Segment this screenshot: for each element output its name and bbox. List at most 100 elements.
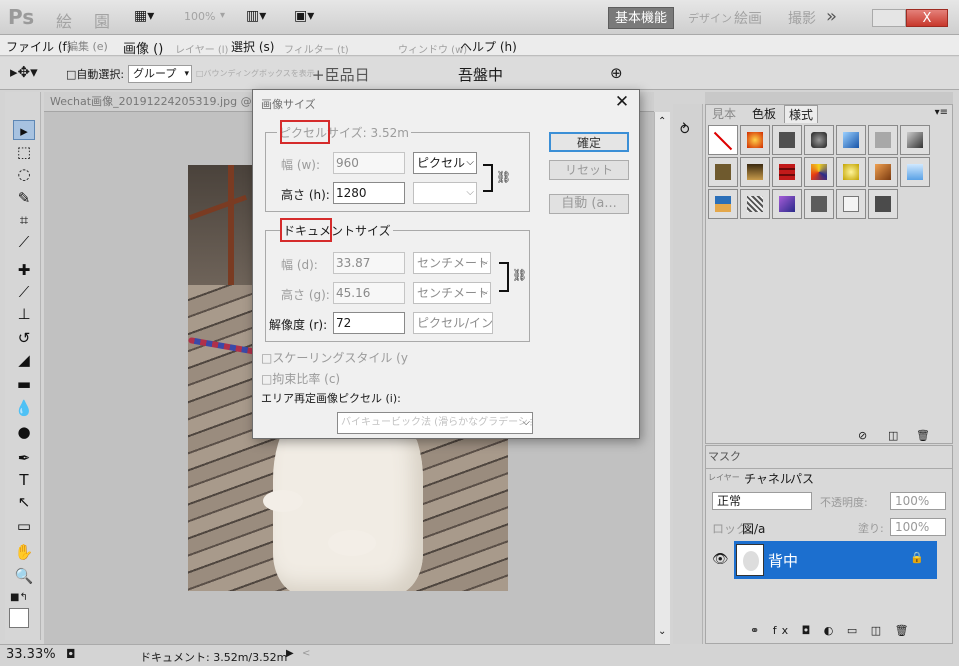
style-swatch[interactable] [740,157,770,187]
dialog-close-button[interactable]: ✕ [613,92,631,112]
fill-input[interactable]: 100% [890,518,946,536]
menu-file[interactable]: ファイル (f) [6,38,71,55]
move-tool-icon[interactable]: ▸ [13,120,35,140]
show-transform-controls-checkbox[interactable]: □バウンディングボックスを表示 [196,68,315,79]
doc-width-unit-dropdown[interactable]: センチメートル⌵ [413,252,491,274]
distribute-icons[interactable]: 吾盤中 [458,64,503,85]
zoom-level-combo[interactable]: 100% [184,10,215,23]
status-menu-arrow-icon[interactable]: ▶ [286,648,294,659]
eyedropper-tool-icon[interactable]: ⟋ [13,232,35,252]
tab-color[interactable]: 色板 [748,105,780,123]
new-style-icon[interactable]: ◫ [888,429,898,442]
auto-align-layers-icon[interactable]: ⊕ [610,64,623,82]
menu-window[interactable]: ウィンドウ (w) [398,41,467,56]
menu-select[interactable]: 選択 (s) [231,38,274,55]
layer-row-background[interactable]: 背中 🔒 [734,541,937,579]
style-swatch[interactable] [708,189,738,219]
resolution-unit-dropdown[interactable]: ピクセル/インチ [413,312,493,334]
blend-mode-dropdown[interactable]: 正常 [712,492,812,510]
dodge-tool-icon[interactable]: ● [13,422,35,442]
workspace-design[interactable]: デザイン [688,10,732,26]
eraser-tool-icon[interactable]: ◢ [13,350,35,370]
style-swatch[interactable] [772,125,802,155]
marquee-tool-icon[interactable]: ⬚ [13,142,35,162]
style-swatch[interactable] [804,157,834,187]
mini-bridge-icon[interactable]: 園 [94,8,110,32]
pixel-height-unit-dropdown[interactable]: ⌵ [413,182,477,204]
style-swatch[interactable] [772,157,802,187]
healing-brush-tool-icon[interactable]: ✚ [13,260,35,280]
crop-tool-icon[interactable]: ⌗ [13,210,35,230]
workspace-essentials-button[interactable]: 基本機能 [608,7,674,29]
pixel-height-field[interactable]: 1280 [333,182,405,204]
rectangle-tool-icon[interactable]: ▭ [13,516,35,536]
tab-paths[interactable]: パス [790,470,814,487]
screen-mode-icon[interactable]: ▣▾ [294,8,314,24]
style-none-swatch[interactable] [708,125,738,155]
gradient-tool-icon[interactable]: ▬ [13,374,35,394]
path-selection-tool-icon[interactable]: ↖ [13,492,35,512]
panel-menu-icon[interactable]: ▾≡ [935,107,948,118]
doc-width-field[interactable]: 33.87 [333,252,405,274]
zoom-chevron-icon[interactable]: ▾ [220,10,225,21]
blur-tool-icon[interactable]: 💧 [13,398,35,418]
style-swatch[interactable] [900,157,930,187]
auto-button[interactable]: 自動 (a... [549,194,629,214]
vertical-scrollbar[interactable]: ⌃ ⌄ [654,112,670,644]
default-colors-icon[interactable]: ■↰ [10,592,28,603]
style-swatch[interactable] [836,125,866,155]
type-tool-icon[interactable]: T [13,470,35,490]
scroll-up-icon[interactable]: ⌃ [658,116,666,127]
pixel-width-unit-dropdown[interactable]: ピクセル ⌵ [413,152,477,174]
lasso-tool-icon[interactable]: ◌ [13,164,35,184]
constrain-proportions-checkbox[interactable]: □拘束比率 (c) [261,370,340,387]
resolution-field[interactable]: 72 [333,312,405,334]
menu-image[interactable]: 画像 () [123,38,163,57]
style-swatch[interactable] [868,157,898,187]
scroll-down-icon[interactable]: ⌄ [658,626,666,637]
ok-button[interactable]: 確定 [549,132,629,152]
reset-button[interactable]: リセット [549,160,629,180]
tab-layers[interactable]: レイヤー [708,472,740,483]
layer-name[interactable]: 背中 [768,550,798,571]
pen-tool-icon[interactable]: ✒ [13,448,35,468]
style-swatch[interactable] [708,157,738,187]
auto-select-checkbox[interactable]: □自動選択: [66,66,124,82]
close-window-button[interactable]: X [906,9,948,27]
tab-channels[interactable]: チャネル [744,470,792,487]
delete-style-icon[interactable]: 🗑 [916,429,930,442]
workspace-painting[interactable]: 絵画 [734,8,762,28]
view-extras-icon[interactable]: ▦▾ [134,8,154,24]
style-swatch[interactable] [804,189,834,219]
hand-tool-icon[interactable]: ✋ [13,542,35,562]
foreground-color-swatch[interactable] [9,608,29,628]
doc-height-unit-dropdown[interactable]: センチメートル⌵ [413,282,491,304]
align-icons[interactable]: +臣品日 [312,64,370,85]
status-options-icon[interactable]: ◘ [66,647,76,661]
zoom-percentage[interactable]: 33.33% [6,647,56,662]
opacity-input[interactable]: 100% [890,492,946,510]
menu-help[interactable]: ヘルプ (h) [460,38,517,55]
bridge-icon[interactable]: 絵 [56,8,72,32]
scale-styles-checkbox[interactable]: □スケーリングスタイル (y [261,349,408,366]
scroll-left-icon[interactable]: < [302,648,310,659]
tab-styles[interactable]: 様式 [784,105,819,123]
style-swatch[interactable] [772,189,802,219]
style-swatch[interactable] [900,125,930,155]
style-swatch[interactable] [868,189,898,219]
menu-edit[interactable]: 編集 (e) [67,38,108,54]
style-swatch[interactable] [868,125,898,155]
resample-method-dropdown[interactable]: バイキュービック法 (滑らかなグラデーション用)⌵ [337,412,533,434]
arrange-documents-icon[interactable]: ▥▾ [246,8,266,24]
minimize-button[interactable] [872,9,906,27]
clone-stamp-tool-icon[interactable]: ⊥ [13,304,35,324]
tab-masks[interactable]: マスク [708,448,741,464]
layers-footer-icons[interactable]: ⚭ fx ◘ ◐ ▭ ◫ 🗑 [750,624,914,637]
menu-filter[interactable]: フィルター (t) [284,41,349,56]
menu-layer[interactable]: レイヤー (l) [175,41,228,56]
style-swatch[interactable] [804,125,834,155]
pixel-width-field[interactable]: 960 [333,152,405,174]
tab-swatches[interactable]: 見本 [708,105,740,123]
style-swatch[interactable] [836,157,866,187]
history-panel-icon[interactable]: ⥁ [680,122,690,138]
